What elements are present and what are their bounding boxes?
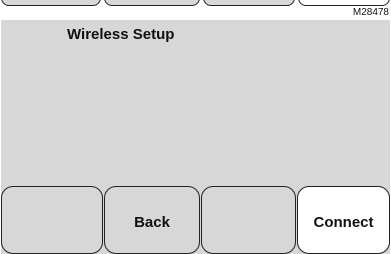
top-softkey-2[interactable] [104,0,200,6]
display-screen: Wireless Setup Back Connect [1,20,390,254]
top-softkey-4[interactable] [298,0,390,6]
top-softkey-1[interactable] [1,0,101,6]
softkey-3[interactable] [201,186,296,254]
softkey-1[interactable] [1,186,103,254]
connect-button-label: Connect [313,213,374,231]
back-button-label: Back [134,213,170,231]
figure-id: M28478 [352,7,389,18]
top-softkey-3[interactable] [203,0,295,6]
screen-title: Wireless Setup [67,26,175,43]
connect-button[interactable]: Connect [297,186,390,254]
back-button[interactable]: Back [104,186,200,254]
